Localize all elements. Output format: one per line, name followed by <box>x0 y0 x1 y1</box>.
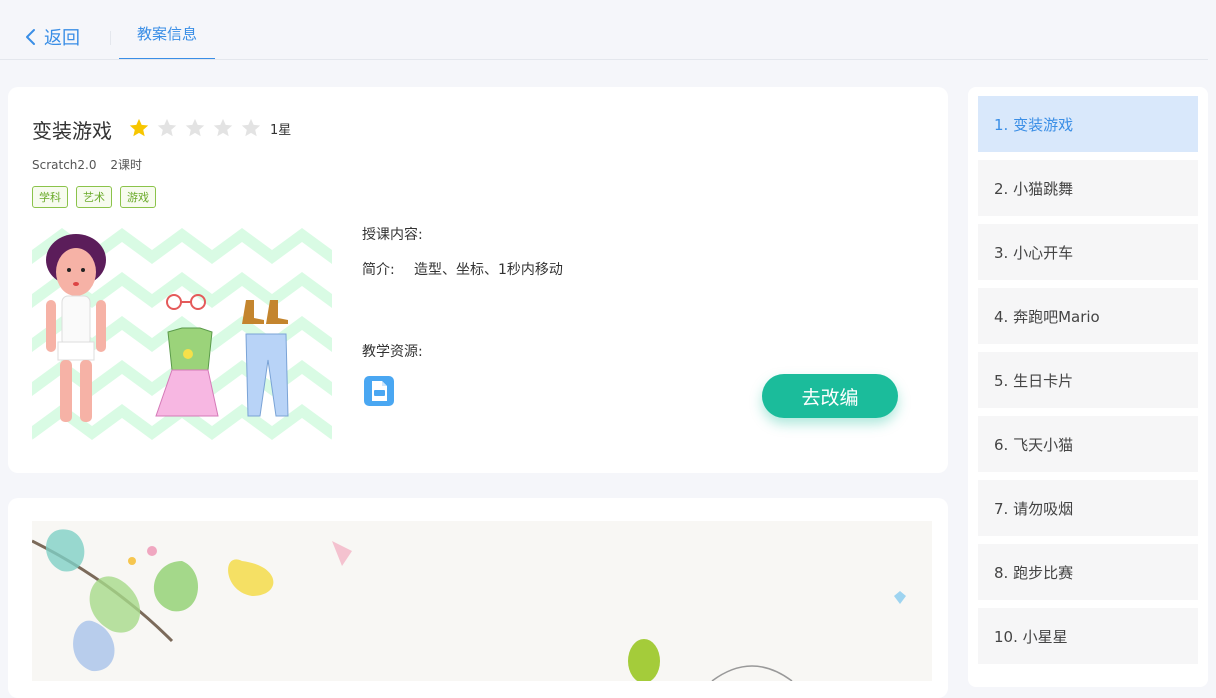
lesson-banner-image <box>32 521 932 681</box>
star-icon <box>213 118 233 137</box>
lesson-title: 变装游戏 <box>32 119 112 143</box>
sidebar-item-3[interactable]: 3. 小心开车 <box>978 224 1198 280</box>
sidebar-item-8[interactable]: 8. 跑步比赛 <box>978 544 1198 600</box>
sidebar-item-7[interactable]: 7. 请勿吸烟 <box>978 480 1198 536</box>
sidebar-item-5[interactable]: 5. 生日卡片 <box>978 352 1198 408</box>
lesson-thumbnail <box>32 220 332 445</box>
rating-label: 1星 <box>270 122 292 138</box>
banner-card <box>8 498 948 698</box>
star-rating: 1星 <box>128 117 291 139</box>
lesson-list-sidebar: 1. 变装游戏 2. 小猫跳舞 3. 小心开车 4. 奔跑吧Mario 5. 生… <box>968 87 1208 687</box>
tag-subject: 学科 <box>32 186 68 208</box>
intro-text: 造型、坐标、1秒内移动 <box>414 262 563 278</box>
divider <box>110 31 111 45</box>
adapt-button[interactable]: 去改编 <box>762 374 898 418</box>
version-label: Scratch2.0 <box>32 158 97 172</box>
sidebar-item-4[interactable]: 4. 奔跑吧Mario <box>978 288 1198 344</box>
intro-label: 简介: <box>362 262 395 278</box>
sidebar-item-10[interactable]: 10. 小星星 <box>978 608 1198 664</box>
tab-lesson-info[interactable]: 教案信息 <box>119 0 215 60</box>
star-icon <box>185 118 205 137</box>
back-button[interactable]: 返回 <box>24 24 80 50</box>
top-bar: 返回 教案信息 <box>0 0 1216 60</box>
sidebar-item-1[interactable]: 1. 变装游戏 <box>978 96 1198 152</box>
pdf-file-icon[interactable] <box>364 376 394 406</box>
chevron-left-icon <box>26 29 35 45</box>
hours-label: 2课时 <box>110 158 142 172</box>
lesson-card: 变装游戏 1星 Scratch2.0 2课时 学科 艺术 游戏 授课内容: 简介… <box>8 87 948 473</box>
back-label: 返回 <box>44 28 80 49</box>
sidebar-item-2[interactable]: 2. 小猫跳舞 <box>978 160 1198 216</box>
tag-game: 游戏 <box>120 186 156 208</box>
content-label: 授课内容: <box>362 227 423 243</box>
dress-up-illustration <box>32 220 332 445</box>
resources-label: 教学资源: <box>362 344 423 360</box>
tag-art: 艺术 <box>76 186 112 208</box>
lesson-meta: Scratch2.0 2课时 <box>32 156 152 173</box>
header-divider <box>0 59 1208 60</box>
tag-list: 学科 艺术 游戏 <box>32 186 164 208</box>
star-icon <box>129 118 149 137</box>
sidebar-item-6[interactable]: 6. 飞天小猫 <box>978 416 1198 472</box>
star-icon <box>157 118 177 137</box>
star-icon <box>241 118 261 137</box>
